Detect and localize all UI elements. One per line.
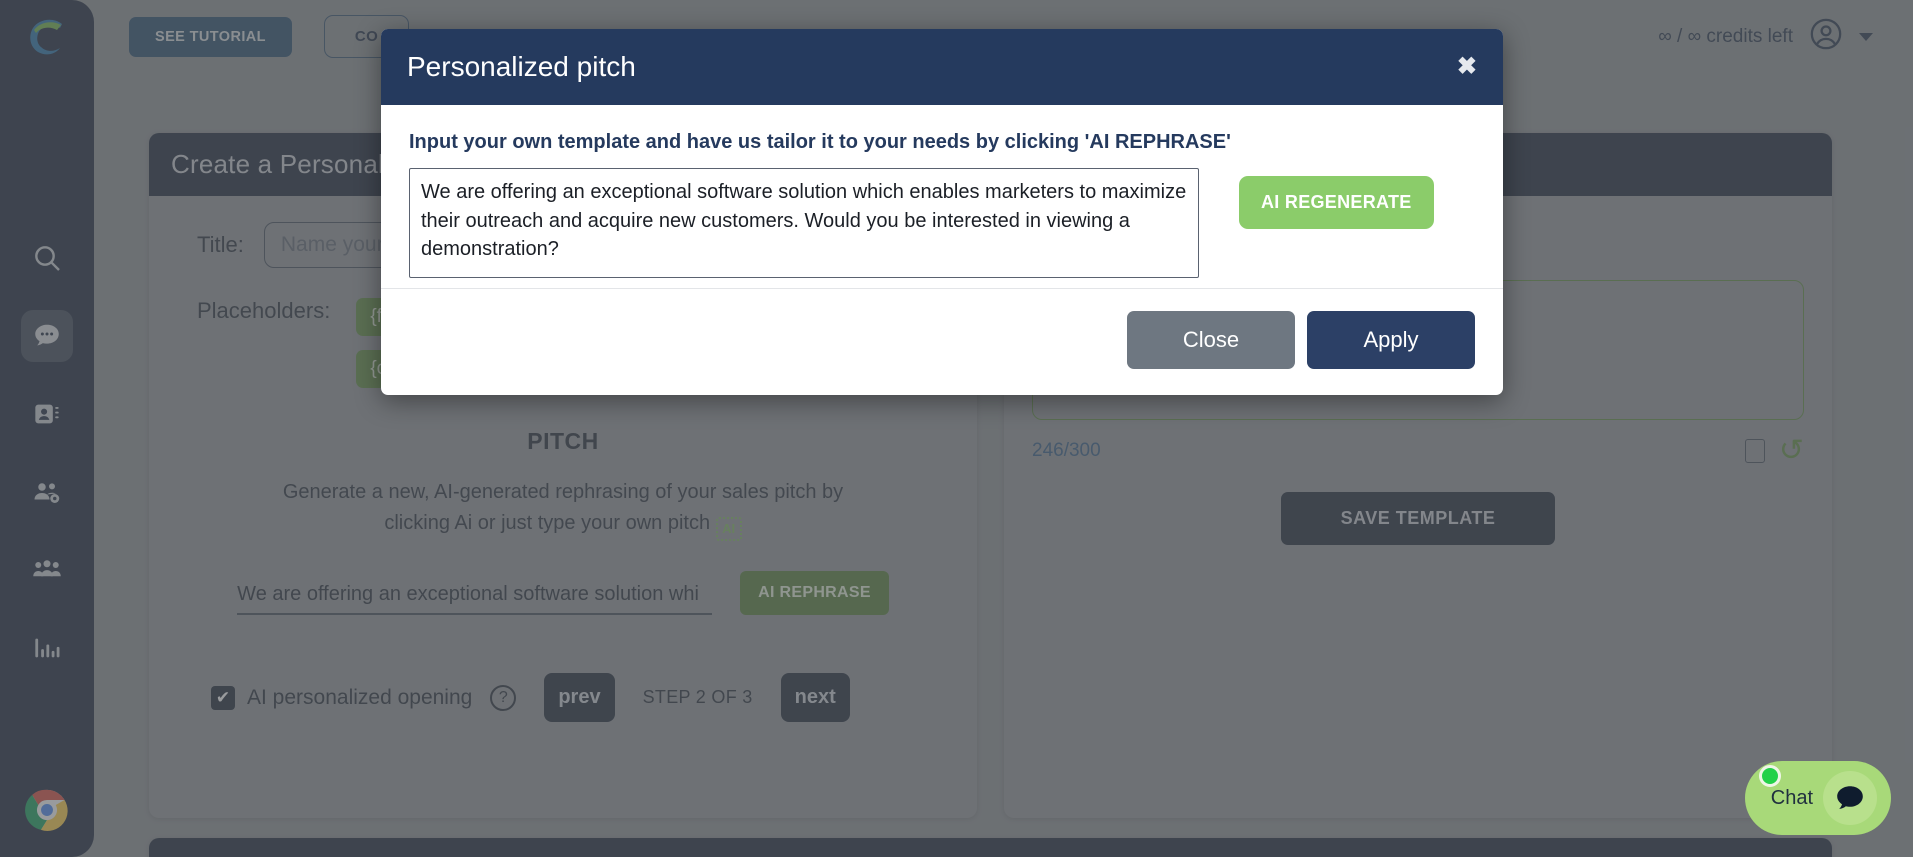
template-textarea[interactable]	[409, 168, 1199, 278]
modal-body: Input your own template and have us tail…	[381, 105, 1503, 288]
chat-widget[interactable]: Chat	[1744, 761, 1891, 835]
personalized-pitch-modal: Personalized pitch ✖ Input your own temp…	[381, 29, 1503, 395]
modal-title: Personalized pitch	[407, 51, 636, 82]
apply-button[interactable]: Apply	[1307, 311, 1475, 369]
app-root: SEE TUTORIAL CO ∞ / ∞ credits left Creat…	[0, 0, 1913, 857]
modal-instruction-label: Input your own template and have us tail…	[409, 131, 1231, 153]
close-icon[interactable]: ✖	[1457, 55, 1477, 79]
chat-bubble-icon[interactable]	[1823, 771, 1877, 825]
modal-header: Personalized pitch ✖	[381, 29, 1503, 105]
ai-regenerate-button[interactable]: AI REGENERATE	[1239, 176, 1434, 229]
modal-footer: Close Apply	[381, 288, 1503, 395]
close-button[interactable]: Close	[1127, 311, 1295, 369]
chat-label: Chat	[1770, 786, 1813, 809]
modal-input-row: AI REGENERATE	[409, 168, 1475, 278]
online-status-dot	[1758, 765, 1781, 787]
